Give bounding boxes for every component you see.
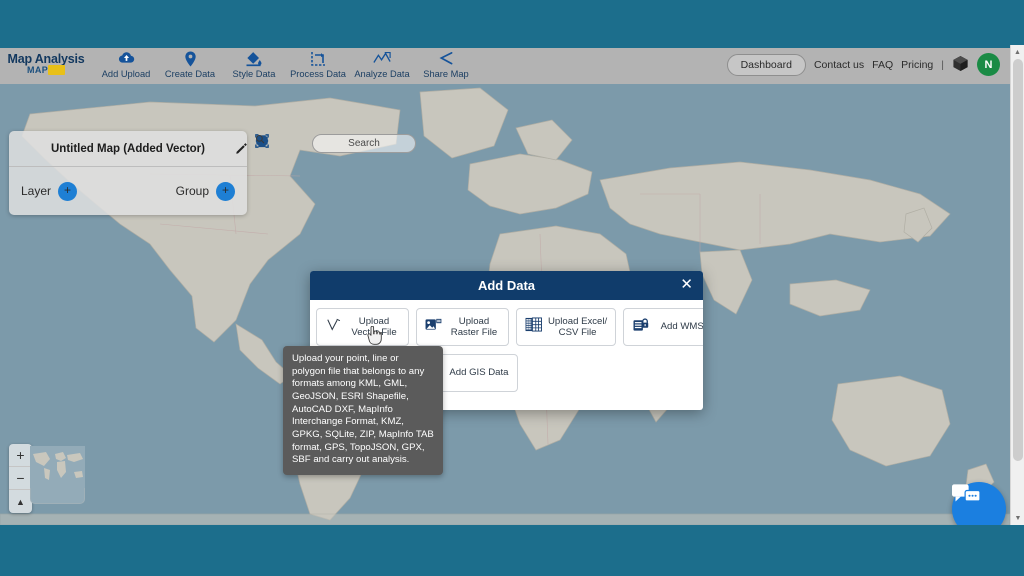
option-label: Upload Excel/CSV File xyxy=(548,315,608,338)
scroll-up-arrow[interactable]: ▲ xyxy=(1011,45,1024,59)
layer-panel-actions: Layer + Group + xyxy=(9,166,247,215)
search-input[interactable]: Search xyxy=(256,134,416,153)
nav-label: Share Map xyxy=(423,68,469,79)
logo-sub-prefix: MAP xyxy=(26,65,49,76)
add-layer-group[interactable]: Layer + xyxy=(21,181,78,201)
zoom-in-button[interactable]: + xyxy=(9,444,32,467)
header-link-pricing[interactable]: Pricing xyxy=(901,59,933,71)
dialog-header: Add Data ✕ xyxy=(310,271,703,300)
vector-polyline-icon xyxy=(325,317,342,338)
paint-bucket-icon xyxy=(222,51,286,67)
nav-item-create-data[interactable]: Create Data xyxy=(158,50,222,79)
nav-label: Create Data xyxy=(164,68,216,79)
world-map-thumbnail[interactable] xyxy=(30,446,85,504)
logo-subtitle: MAPOG xyxy=(6,65,86,76)
header-link-contact-us[interactable]: Contact us xyxy=(814,59,864,71)
logo-sub-highlight: OG xyxy=(48,65,65,76)
nav-item-process-data[interactable]: Process Data xyxy=(286,50,350,79)
upload-raster-file-button[interactable]: Upload Raster File xyxy=(416,308,509,346)
map-toolbar: Search xyxy=(255,134,416,153)
avatar[interactable]: N xyxy=(977,53,1000,76)
map-type-switcher: Map Type xyxy=(30,446,85,504)
spreadsheet-icon xyxy=(525,317,542,337)
analytics-line-icon xyxy=(350,51,414,67)
option-label: Upload Vector File xyxy=(351,315,397,338)
screen-root: Untitled Map (Added Vector) Layer + Grou… xyxy=(0,0,1024,576)
upload-vector-file-button[interactable]: Upload Vector File xyxy=(316,308,409,346)
share-nodes-icon xyxy=(414,51,478,67)
add-wms-button[interactable]: Add WMS xyxy=(623,308,703,346)
search-placeholder: Search xyxy=(348,138,380,149)
zoom-controls: + − ▲ xyxy=(9,444,32,513)
reset-bearing-button[interactable]: ▲ xyxy=(9,490,32,513)
crop-dashed-icon xyxy=(286,51,350,67)
upload-excel-csv-button[interactable]: Upload Excel/CSV File xyxy=(516,308,617,346)
wms-server-icon xyxy=(632,317,649,337)
nav-item-add-upload[interactable]: Add Upload xyxy=(94,50,158,79)
header-link-faq[interactable]: FAQ xyxy=(872,59,893,71)
add-group-group[interactable]: Group + xyxy=(175,181,235,201)
layer-label: Layer xyxy=(21,184,52,198)
scrollbar-thumb[interactable] xyxy=(1013,59,1023,461)
layer-panel: Untitled Map (Added Vector) Layer + Grou… xyxy=(9,131,247,215)
group-label: Group xyxy=(175,184,209,198)
app-logo[interactable]: Map Analysis MAPOG xyxy=(6,53,86,76)
cloud-upload-icon xyxy=(94,51,158,67)
cube-3d-icon[interactable] xyxy=(952,55,969,75)
raster-image-icon xyxy=(425,317,442,337)
zoom-out-button[interactable]: − xyxy=(9,467,32,490)
nav-label: Add Upload xyxy=(101,68,151,79)
add-layer-button[interactable]: + xyxy=(58,181,78,201)
vertical-scrollbar[interactable]: ▲ ▼ xyxy=(1010,45,1024,525)
dialog-option-row-1: Upload Vector File Upload Raster File Up… xyxy=(316,308,703,346)
nav-label: Analyze Data xyxy=(354,68,410,79)
app-header: Map Analysis MAPOG Add Upload Create Dat… xyxy=(0,45,1010,84)
tooltip-upload-vector: Upload your point, line or polygon file … xyxy=(283,346,443,475)
dashboard-button[interactable]: Dashboard xyxy=(726,53,806,76)
nav-item-style-data[interactable]: Style Data xyxy=(222,50,286,79)
dialog-title: Add Data xyxy=(477,278,536,293)
close-icon[interactable]: ✕ xyxy=(680,276,693,294)
search-icon xyxy=(256,135,265,144)
map-pin-icon xyxy=(158,51,222,67)
browser-viewport: Untitled Map (Added Vector) Layer + Grou… xyxy=(0,45,1024,525)
main-nav: Add Upload Create Data Style Data Proces… xyxy=(94,50,478,79)
nav-item-share-map[interactable]: Share Map xyxy=(414,50,478,79)
option-label: Add GIS Data xyxy=(449,367,509,379)
scroll-down-arrow[interactable]: ▼ xyxy=(1011,511,1024,525)
header-right-cluster: Dashboard Contact us FAQ Pricing | N xyxy=(726,53,1010,76)
map-title-text: Untitled Map (Added Vector) xyxy=(51,142,205,155)
option-label: Upload Raster File xyxy=(450,315,498,338)
nav-label: Process Data xyxy=(290,68,346,79)
header-separator: | xyxy=(941,58,944,71)
add-group-button[interactable]: + xyxy=(216,181,235,201)
option-label: Add WMS xyxy=(660,321,703,333)
nav-label: Style Data xyxy=(232,68,276,79)
nav-item-analyze-data[interactable]: Analyze Data xyxy=(350,50,414,79)
layer-panel-title: Untitled Map (Added Vector) xyxy=(9,131,247,166)
